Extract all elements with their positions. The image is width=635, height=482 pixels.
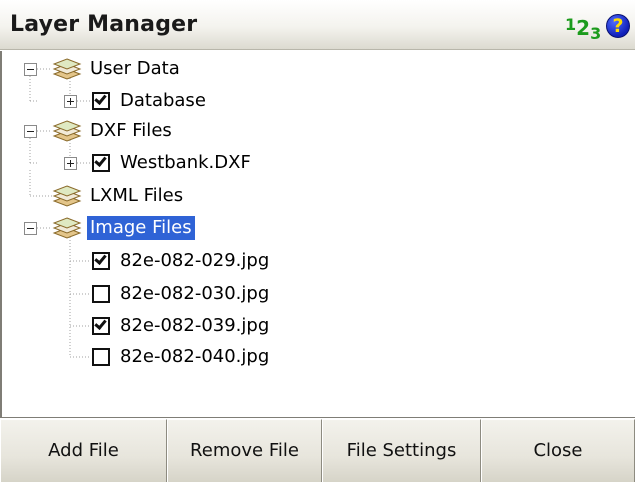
title-bar: Layer Manager 123 ? [0,0,635,50]
input-mode-indicator[interactable]: 123 [565,12,601,43]
tree-item-lxml-files[interactable]: LXML Files [90,184,183,208]
tree-item-image-040[interactable]: 82e-082-040.jpg [120,345,269,369]
layer-stack-icon [52,120,82,142]
tree-item-image-029[interactable]: 82e-082-029.jpg [120,249,269,273]
layer-stack-icon [52,217,82,239]
file-settings-button[interactable]: File Settings [322,419,481,482]
tree-item-image-039[interactable]: 82e-082-039.jpg [120,314,269,338]
collapse-dxf-files-toggle[interactable] [24,125,37,138]
collapse-image-files-toggle[interactable] [24,222,37,235]
expand-database-toggle[interactable] [64,95,77,108]
image-039-checkbox[interactable] [92,317,110,335]
tree-item-image-files[interactable]: Image Files [87,216,195,240]
westbank-checkbox[interactable] [92,154,110,172]
database-checkbox[interactable] [92,92,110,110]
layer-tree[interactable]: User Data Database DXF Files Westbank.DX… [0,51,635,418]
remove-file-button[interactable]: Remove File [167,419,322,482]
tree-item-dxf-files[interactable]: DXF Files [90,119,172,143]
tree-item-database[interactable]: Database [120,89,206,113]
expand-westbank-toggle[interactable] [64,157,77,170]
collapse-user-data-toggle[interactable] [24,63,37,76]
button-bar: Add File Remove File File Settings Close [0,419,635,482]
close-button[interactable]: Close [481,419,635,482]
help-icon[interactable]: ? [606,14,630,38]
input-mode-main: 2 [576,16,591,40]
window-title: Layer Manager [10,12,198,37]
input-mode-sup: 1 [565,15,577,34]
image-029-checkbox[interactable] [92,252,110,270]
add-file-button[interactable]: Add File [0,419,167,482]
layer-stack-icon [52,185,82,207]
tree-item-westbank-dxf[interactable]: Westbank.DXF [120,151,251,175]
input-mode-sub: 3 [590,24,602,43]
image-030-checkbox[interactable] [92,285,110,303]
image-040-checkbox[interactable] [92,348,110,366]
tree-item-user-data[interactable]: User Data [90,57,180,81]
tree-item-image-030[interactable]: 82e-082-030.jpg [120,282,269,306]
layer-stack-icon [52,58,82,80]
